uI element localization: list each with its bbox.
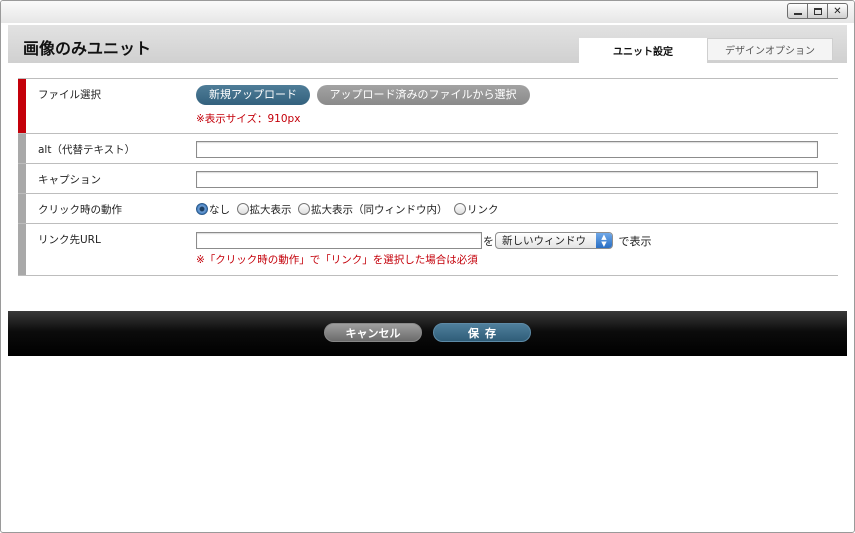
caption-input[interactable]: [196, 171, 818, 188]
minimize-icon: [793, 13, 802, 15]
row-file-select: ファイル選択 新規アップロード アップロード済みのファイルから選択 ※表示サイズ…: [18, 79, 838, 134]
title-bar[interactable]: ✕: [1, 1, 854, 23]
link-url-field: を新しいウィンドウ ▲ ▼ で表示 ※「クリック時の動作」で「リンク」を選択した場合…: [196, 232, 652, 267]
row-alt-text: alt（代替テキスト）: [18, 134, 838, 164]
optional-indicator: [18, 134, 26, 163]
radio-none-label[interactable]: なし: [209, 204, 230, 216]
radio-link-label[interactable]: リンク: [467, 204, 499, 216]
close-button[interactable]: ✕: [827, 3, 848, 19]
link-target-selected-value: 新しいウィンドウ: [502, 235, 586, 247]
optional-indicator: [18, 224, 26, 275]
radio-enlarge-same-window-label[interactable]: 拡大表示（同ウィンドウ内）: [311, 204, 448, 216]
close-icon: ✕: [833, 5, 842, 17]
optional-indicator: [18, 164, 26, 193]
unit-header: 画像のみユニット ユニット設定 デザインオプション: [8, 25, 847, 63]
alt-text-label: alt（代替テキスト）: [38, 144, 136, 156]
radio-none[interactable]: [196, 203, 208, 215]
tab-design-options[interactable]: デザインオプション: [707, 38, 833, 60]
link-target-connector: を: [483, 234, 494, 248]
link-target-select[interactable]: 新しいウィンドウ ▲ ▼: [495, 232, 613, 249]
optional-indicator: [18, 194, 26, 223]
alt-text-input[interactable]: [196, 141, 818, 158]
action-footer: キャンセル 保存: [8, 311, 847, 356]
minimize-button[interactable]: [787, 3, 808, 19]
unit-form: ファイル選択 新規アップロード アップロード済みのファイルから選択 ※表示サイズ…: [18, 78, 838, 276]
caption-label: キャプション: [38, 174, 101, 186]
row-click-action: クリック時の動作 なし 拡大表示 拡大表示（同ウィンドウ内） リンク: [18, 194, 838, 224]
tab-unit-settings[interactable]: ユニット設定: [579, 38, 707, 63]
new-upload-button[interactable]: 新規アップロード: [196, 85, 310, 105]
required-indicator: [18, 79, 26, 133]
dialog-window: ✕ 画像のみユニット ユニット設定 デザインオプション ファイル選択 新規アップ…: [0, 0, 855, 533]
save-button[interactable]: 保存: [433, 323, 531, 342]
link-url-label: リンク先URL: [38, 234, 101, 246]
radio-enlarge[interactable]: [236, 203, 249, 215]
radio-enlarge-same-window[interactable]: [298, 203, 310, 215]
click-action-radio-group: なし 拡大表示 拡大表示（同ウィンドウ内） リンク: [196, 202, 502, 217]
link-url-input[interactable]: [196, 232, 482, 249]
file-select-label: ファイル選択: [38, 89, 101, 101]
link-target-suffix: で表示: [618, 234, 652, 248]
maximize-icon: [813, 7, 822, 15]
radio-enlarge-label[interactable]: 拡大表示: [250, 204, 292, 216]
row-link-url: リンク先URL を新しいウィンドウ ▲ ▼ で表示 ※「クリック時の動作」で「リンク…: [18, 224, 838, 276]
click-action-label: クリック時の動作: [38, 204, 122, 216]
maximize-button[interactable]: [807, 3, 828, 19]
display-size-note: ※表示サイズ：910px: [196, 113, 301, 125]
row-caption: キャプション: [18, 164, 838, 194]
radio-link[interactable]: [454, 203, 466, 215]
cancel-button[interactable]: キャンセル: [324, 323, 422, 342]
select-arrows-icon: ▲ ▼: [596, 233, 612, 248]
page-title: 画像のみユニット: [23, 39, 152, 58]
file-select-field: 新規アップロード アップロード済みのファイルから選択 ※表示サイズ：910px: [196, 85, 530, 126]
select-uploaded-file-button[interactable]: アップロード済みのファイルから選択: [316, 85, 530, 105]
link-required-note: ※「クリック時の動作」で「リンク」を選択した場合は必須: [196, 254, 478, 266]
window-controls: ✕: [787, 3, 848, 19]
